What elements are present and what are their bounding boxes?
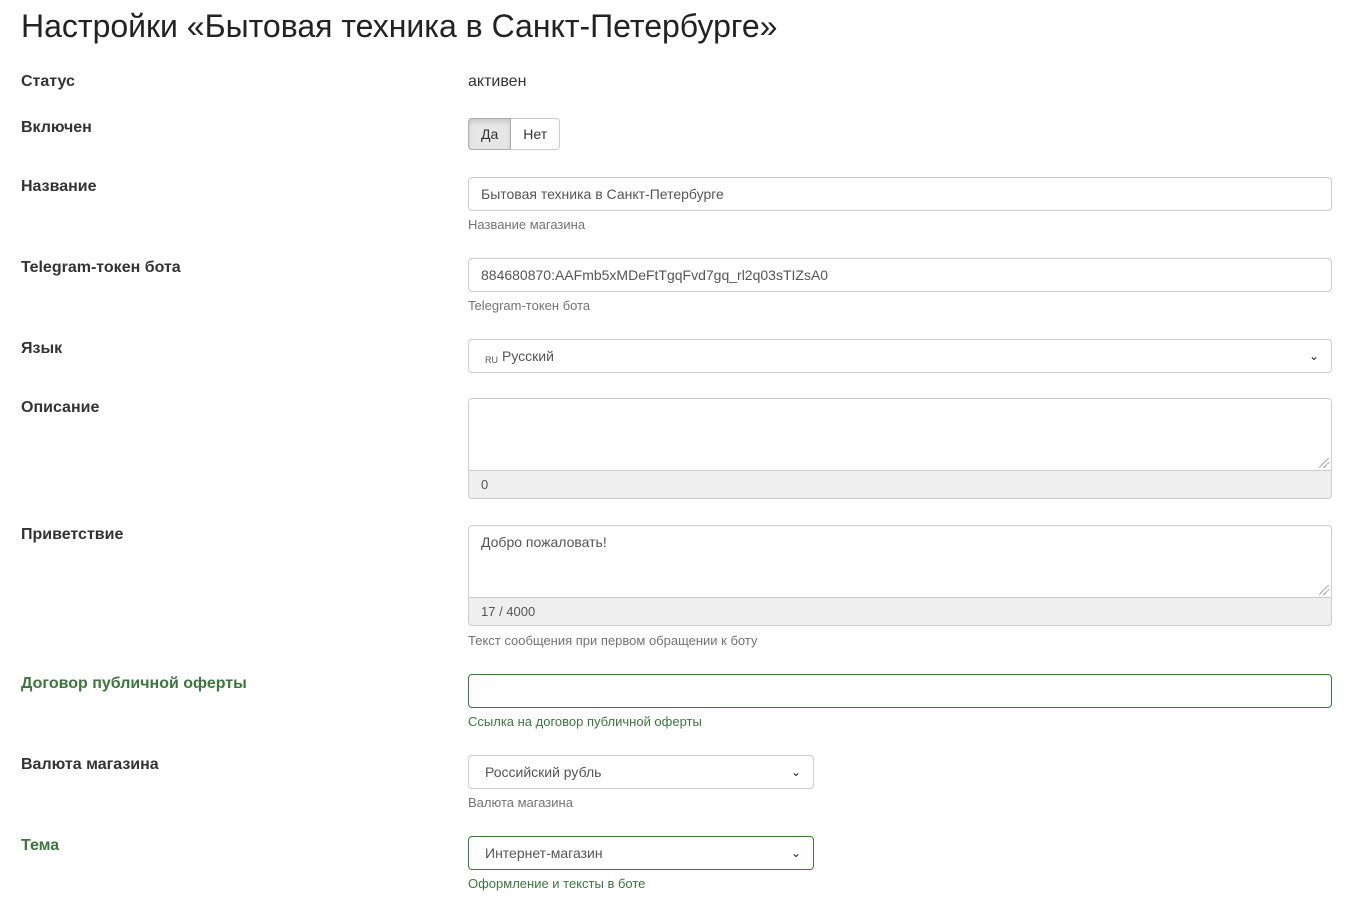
currency-help: Валюта магазина — [468, 795, 573, 810]
enabled-yes-button[interactable]: Да — [468, 118, 512, 150]
language-select-text: Русский — [502, 348, 554, 364]
theme-select[interactable]: Интернет-магазин ⌄ — [468, 836, 814, 870]
chevron-down-icon: ⌄ — [1308, 349, 1319, 363]
language-select[interactable]: RU Русский ⌄ — [468, 339, 1332, 373]
description-textarea[interactable] — [469, 399, 1331, 471]
theme-help: Оформление и тексты в боте — [468, 876, 646, 891]
name-help: Название магазина — [468, 217, 586, 232]
currency-label: Валюта магазина — [21, 756, 159, 773]
greeting-field: Добро пожаловать! 17 / 4000 — [468, 525, 1332, 626]
chevron-down-icon: ⌄ — [790, 846, 801, 860]
chevron-down-icon: ⌄ — [790, 765, 801, 779]
greeting-textarea[interactable]: Добро пожаловать! — [469, 526, 1331, 598]
page-title: Настройки «Бытовая техника в Санкт-Петер… — [21, 8, 778, 44]
name-label: Название — [21, 178, 97, 195]
resize-handle-icon[interactable] — [1319, 585, 1329, 595]
status-value: активен — [468, 73, 527, 90]
token-input[interactable]: 884680870:AAFmb5xMDeFtTgqFvd7gq_rl2q03sT… — [468, 258, 1332, 292]
greeting-label: Приветствие — [21, 526, 124, 543]
offer-input[interactable] — [468, 674, 1332, 708]
theme-label: Тема — [21, 837, 60, 854]
greeting-help: Текст сообщения при первом обращении к б… — [468, 633, 758, 648]
language-label: Язык — [21, 340, 63, 357]
token-help: Telegram-токен бота — [468, 298, 591, 313]
theme-select-value: Интернет-магазин — [485, 845, 603, 861]
ru-flag-icon: RU — [485, 355, 498, 365]
name-input[interactable]: Бытовая техника в Санкт-Петербурге — [468, 177, 1332, 211]
currency-select-value: Российский рубль — [485, 764, 602, 780]
description-counter: 0 — [469, 471, 1331, 498]
enabled-no-button[interactable]: Нет — [511, 118, 561, 150]
enabled-toggle-group: Да Нет — [468, 118, 561, 150]
description-label: Описание — [21, 399, 100, 416]
status-label: Статус — [21, 73, 75, 90]
resize-handle-icon[interactable] — [1319, 458, 1329, 468]
greeting-text: Добро пожаловать! — [481, 534, 607, 550]
description-field: 0 — [468, 398, 1332, 499]
token-label: Telegram-токен бота — [21, 259, 181, 276]
currency-select[interactable]: Российский рубль ⌄ — [468, 755, 814, 789]
enabled-label: Включен — [21, 119, 92, 136]
language-select-value: RU Русский — [485, 348, 554, 365]
offer-label: Договор публичной оферты — [21, 675, 247, 692]
offer-help: Ссылка на договор публичной оферты — [468, 714, 702, 729]
greeting-counter: 17 / 4000 — [469, 598, 1331, 625]
